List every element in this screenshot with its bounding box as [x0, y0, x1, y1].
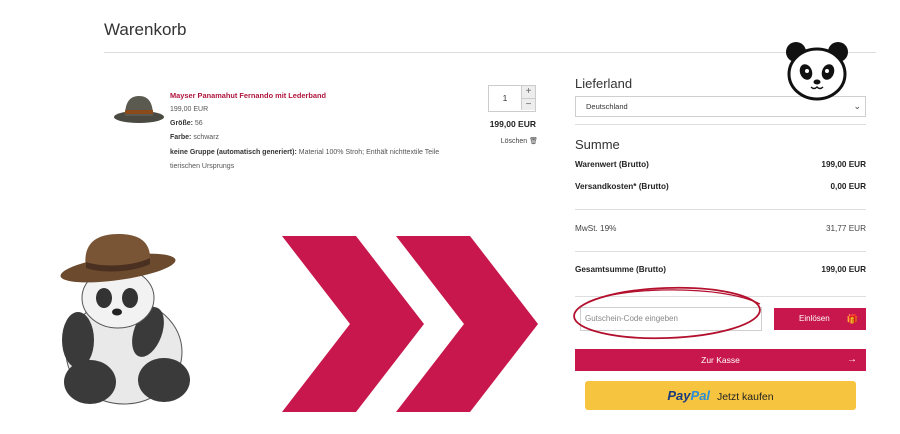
color-label: Farbe:: [170, 134, 192, 141]
goods-value-row: Warenwert (Brutto) 199,00 EUR: [575, 160, 866, 172]
shipping-cost-value: 0,00 EUR: [830, 182, 867, 191]
double-chevron-arrow-icon: [278, 236, 540, 417]
trash-icon: 🗑: [529, 138, 538, 145]
shipping-cost-row: Versandkosten* (Brutto) 0,00 EUR: [575, 182, 866, 194]
paypal-label: Jetzt kaufen: [716, 391, 774, 403]
vat-row: MwSt. 19% 31,77 EUR: [575, 224, 866, 236]
shipping-heading: Lieferland: [575, 76, 633, 91]
divider: [575, 251, 866, 252]
grand-total-value: 199,00 EUR: [821, 265, 866, 274]
divider: [575, 124, 866, 125]
grand-total-label: Gesamtsumme (Brutto): [575, 265, 666, 274]
divider: [575, 209, 866, 210]
goods-label: Warenwert (Brutto): [575, 160, 649, 169]
redeem-label: Einlösen: [799, 314, 830, 323]
product-color: Farbe: schwarz: [170, 134, 219, 141]
group-label: keine Gruppe (automatisch generiert):: [170, 149, 297, 156]
panda-with-hat-illustration: [52, 232, 200, 417]
product-size: Größe: 56: [170, 120, 203, 127]
summary-heading: Summe: [575, 137, 620, 152]
size-value: 56: [194, 120, 203, 127]
grand-total-row: Gesamtsumme (Brutto) 199,00 EUR: [575, 265, 866, 277]
size-label: Größe:: [170, 120, 193, 127]
delete-label: Löschen: [500, 138, 528, 145]
country-value: Deutschland: [586, 102, 628, 111]
gift-icon: 🎁: [846, 314, 858, 324]
chevron-down-icon: ⌄: [853, 101, 861, 111]
shipping-cost-label: Versandkosten* (Brutto): [575, 182, 669, 191]
vat-value: 31,77 EUR: [825, 224, 866, 233]
arrow-right-icon: →: [847, 354, 857, 365]
checkout-label: Zur Kasse: [701, 355, 740, 365]
redeem-button[interactable]: Einlösen 🎁: [774, 308, 866, 330]
product-group: keine Gruppe (automatisch generiert): Ma…: [170, 149, 439, 156]
vat-label: MwSt. 19%: [575, 224, 617, 233]
product-unit-price: 199,00 EUR: [170, 106, 209, 113]
quantity-stepper[interactable]: 1 + −: [488, 85, 536, 112]
minus-icon[interactable]: −: [521, 98, 535, 110]
hat-thumbnail[interactable]: [112, 90, 166, 126]
group-value: Material 100% Stroh; Enthält nichttextil…: [298, 149, 440, 156]
item-total-price: 199,00 EUR: [489, 119, 536, 129]
paypal-logo-part2: Pal: [690, 388, 711, 403]
paypal-logo-part1: Pay: [667, 388, 691, 403]
product-group-cont: tierischen Ursprungs: [170, 163, 235, 170]
product-name-link[interactable]: Mayser Panamahut Fernando mit Lederband: [170, 91, 326, 100]
page-title: Warenkorb: [104, 20, 187, 39]
paypal-buy-now-button[interactable]: PayPal Jetzt kaufen: [585, 381, 856, 410]
quantity-value[interactable]: 1: [489, 86, 521, 111]
title-divider: [104, 52, 876, 53]
delete-button[interactable]: Löschen 🗑: [490, 137, 538, 145]
checkout-button[interactable]: Zur Kasse →: [575, 349, 866, 371]
panda-logo-icon: [784, 40, 850, 107]
plus-icon[interactable]: +: [521, 86, 535, 98]
highlight-circle: [570, 282, 770, 347]
color-value: schwarz: [193, 134, 220, 141]
goods-value: 199,00 EUR: [821, 160, 866, 169]
